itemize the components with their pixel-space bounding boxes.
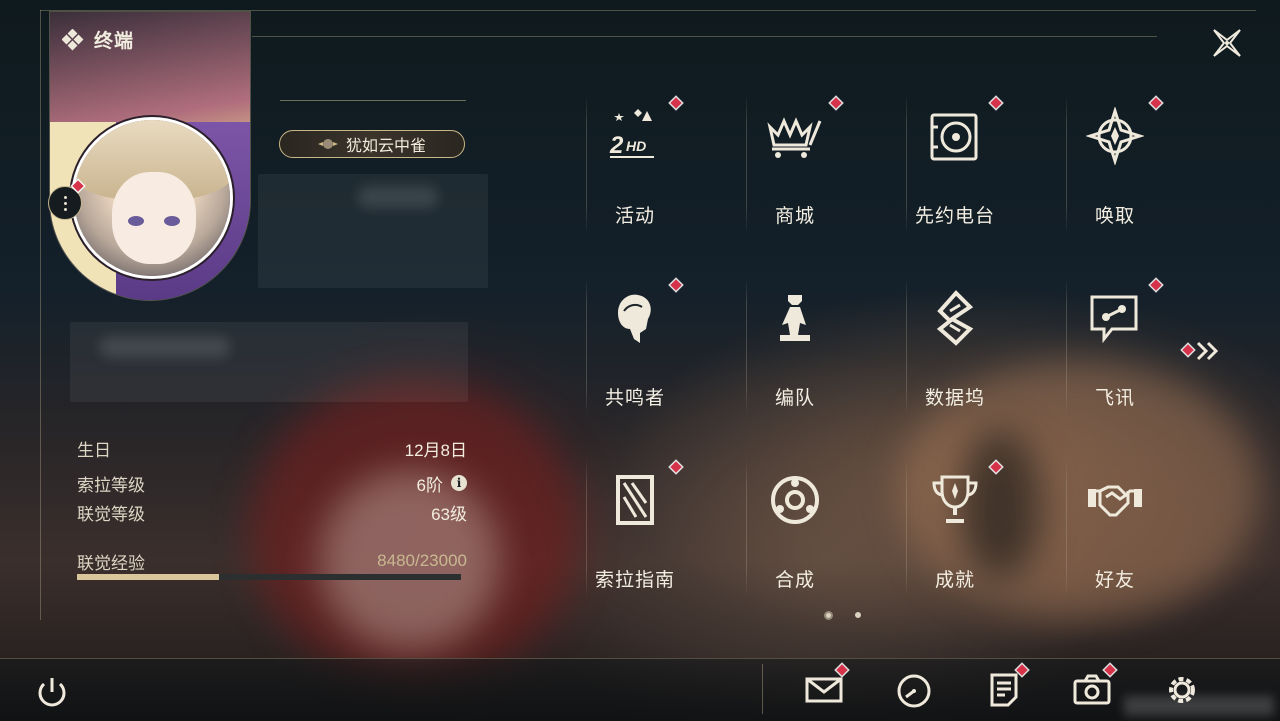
frame-top-line: [40, 10, 1256, 11]
synthesis-icon: [771, 476, 819, 524]
menu-item-convene[interactable]: 唤取: [1066, 95, 1226, 233]
notification-badge: [670, 461, 682, 473]
terminal-logo-icon: [62, 28, 84, 50]
convene-star-icon: [1086, 107, 1144, 165]
stat-sola-level: 索拉等级 6阶 i: [77, 470, 467, 496]
exp-progress-fill: [77, 574, 219, 580]
notification-badge: [990, 97, 1002, 109]
data-bank-icon: [936, 290, 974, 346]
resonator-head-icon: [618, 294, 651, 343]
mail-icon: [805, 677, 843, 703]
menu-label: 好友: [1094, 570, 1135, 591]
stat-value-group: 6阶 i: [417, 471, 467, 496]
radio-record-icon: [930, 113, 978, 161]
menu-label: 飞讯: [1094, 388, 1135, 409]
page-dot-1[interactable]: [826, 612, 831, 618]
menu-label: 唤取: [1094, 206, 1135, 227]
notification-badge: [1150, 97, 1162, 109]
header: 终端: [62, 26, 134, 53]
stat-union-level: 联觉等级 63级: [77, 499, 467, 525]
achievement-trophy-icon: [932, 475, 978, 523]
mail-button[interactable]: [804, 664, 848, 710]
message-chat-icon: [1090, 295, 1138, 344]
page-dot-2[interactable]: [855, 612, 861, 618]
nickname: 犹如云中雀: [345, 138, 426, 155]
divider: [280, 100, 466, 101]
stat-label: 联觉经验: [77, 553, 145, 573]
menu-label: 商城: [774, 206, 815, 227]
function-menu: 2 HD 活动 商城 先约电台 唤取 共鸣者 编队 数据坞 飞讯 索拉指南 合成…: [586, 95, 1166, 605]
info-icon[interactable]: i: [451, 475, 467, 491]
menu-label: 索拉指南: [594, 570, 675, 591]
notes-icon: [990, 673, 1018, 707]
menu-item-activity[interactable]: 2 HD 活动: [586, 95, 746, 233]
stat-birthday: 生日 12月8日: [77, 435, 467, 461]
team-chess-icon: [780, 295, 810, 341]
menu-item-data-bank[interactable]: 数据坞: [906, 277, 1066, 415]
menu-item-friends[interactable]: 好友: [1066, 459, 1226, 597]
menu-item-resonators[interactable]: 共鸣者: [586, 277, 746, 415]
notes-button[interactable]: [984, 664, 1028, 710]
camera-icon: [1073, 674, 1111, 705]
watermark: [1124, 696, 1274, 716]
event-2hd-icon: 2 HD: [609, 109, 654, 159]
menu-label: 编队: [774, 388, 815, 409]
double-chevron-right-icon[interactable]: [1194, 340, 1224, 362]
close-icon[interactable]: [1210, 26, 1244, 60]
stat-label: 联觉等级: [77, 504, 145, 524]
power-icon[interactable]: [32, 672, 72, 712]
notification-badge: [1150, 279, 1162, 291]
stat-value: 6阶: [416, 475, 443, 495]
menu-item-synthesis[interactable]: 合成: [746, 459, 906, 597]
camera-button[interactable]: [1072, 664, 1116, 710]
page-title: 终端: [94, 31, 135, 52]
notification-badge: [670, 97, 682, 109]
nameplate-emblem-icon: [317, 139, 338, 149]
exp-progress-bar: [77, 574, 461, 580]
menu-label: 共鸣者: [604, 388, 665, 409]
clock-icon: [897, 674, 931, 708]
menu-item-shop[interactable]: 商城: [746, 95, 906, 233]
stat-value: 12月8日: [404, 440, 467, 460]
friends-handshake-icon: [1088, 485, 1142, 517]
frame-left-line: [40, 10, 41, 620]
blurred-info-panel: [258, 174, 488, 288]
menu-label: 成就: [934, 570, 975, 591]
stat-label: 索拉等级: [77, 475, 145, 495]
menu-item-sola-guide[interactable]: 索拉指南: [586, 459, 746, 597]
bottom-divider: [762, 664, 763, 714]
notification-badge: [670, 279, 682, 291]
menu-label: 合成: [774, 570, 815, 591]
svg-text:HD: HD: [626, 138, 646, 154]
menu-item-team[interactable]: 编队: [746, 277, 906, 415]
notification-badge: [830, 97, 842, 109]
blurred-signature-panel: [70, 322, 468, 402]
stat-value: 8480/23000: [377, 551, 467, 570]
guide-book-icon: [616, 475, 654, 525]
menu-label: 活动: [614, 206, 655, 227]
stat-union-exp: 联觉经验 8480/23000: [77, 548, 467, 574]
shop-cart-icon: [767, 117, 822, 158]
menu-item-radio[interactable]: 先约电台: [906, 95, 1066, 233]
menu-label: 数据坞: [924, 388, 985, 409]
notification-badge: [990, 461, 1002, 473]
clock-button[interactable]: [894, 671, 934, 711]
menu-label: 先约电台: [914, 206, 995, 227]
frame-inner-line: [252, 36, 1157, 37]
nickname-tag[interactable]: 犹如云中雀: [279, 130, 465, 158]
avatar[interactable]: [74, 120, 230, 276]
svg-text:2: 2: [609, 132, 624, 159]
stat-label: 生日: [77, 440, 111, 460]
stat-value: 63级: [431, 504, 467, 524]
page-indicator: [826, 612, 861, 618]
menu-item-achievements[interactable]: 成就: [906, 459, 1066, 597]
